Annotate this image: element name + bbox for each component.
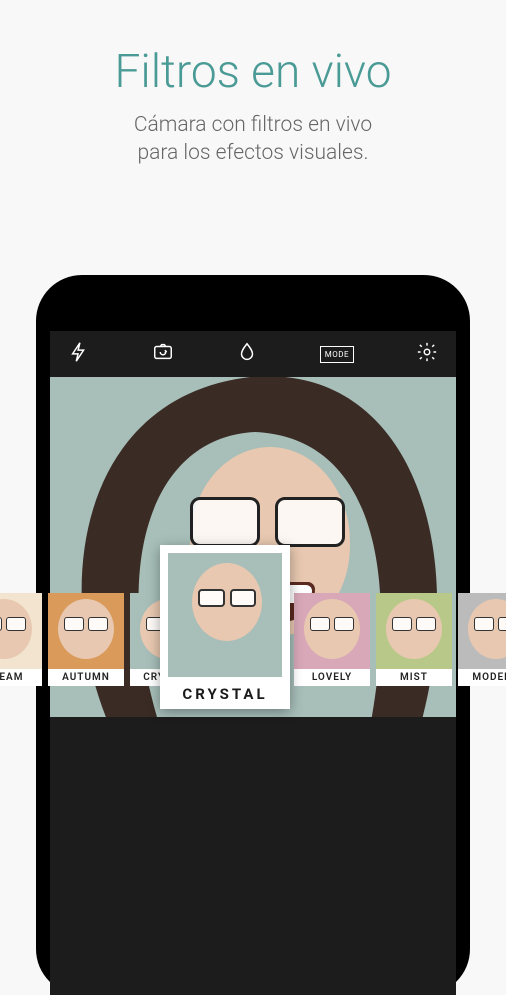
filter-selected-label: CRYSTAL xyxy=(168,677,282,703)
hero-subtitle: Cámara con filtros en vivo para los efec… xyxy=(0,111,506,168)
filter-thumb-cream[interactable]: CREAM xyxy=(0,593,42,686)
filter-thumb-modern[interactable]: MODERN xyxy=(458,593,506,686)
filter-label: AUTUMN xyxy=(48,669,124,686)
camera-toolbar: MODE xyxy=(50,331,456,377)
hero-title: Filtros en vivo xyxy=(0,45,506,99)
switch-camera-icon[interactable] xyxy=(152,341,174,367)
filter-label: MIST xyxy=(376,669,452,686)
filter-label: MODERN xyxy=(458,669,506,686)
filter-thumb-mist[interactable]: MIST xyxy=(376,593,452,686)
hero-subtitle-line2: para los efectos visuales. xyxy=(137,141,368,165)
filter-thumb-lovely[interactable]: LOVELY xyxy=(294,593,370,686)
flash-icon[interactable] xyxy=(68,341,90,367)
hero-subtitle-line1: Cámara con filtros en vivo xyxy=(134,113,372,137)
filter-label: LOVELY xyxy=(294,669,370,686)
filter-label: CREAM xyxy=(0,669,42,686)
filter-thumb-autumn[interactable]: AUTUMN xyxy=(48,593,124,686)
mode-button[interactable]: MODE xyxy=(320,346,354,363)
drop-icon[interactable] xyxy=(236,341,258,367)
filter-selected-thumb xyxy=(168,553,282,677)
gear-icon[interactable] xyxy=(416,341,438,367)
filter-selected-card[interactable]: CRYSTAL xyxy=(160,545,290,709)
